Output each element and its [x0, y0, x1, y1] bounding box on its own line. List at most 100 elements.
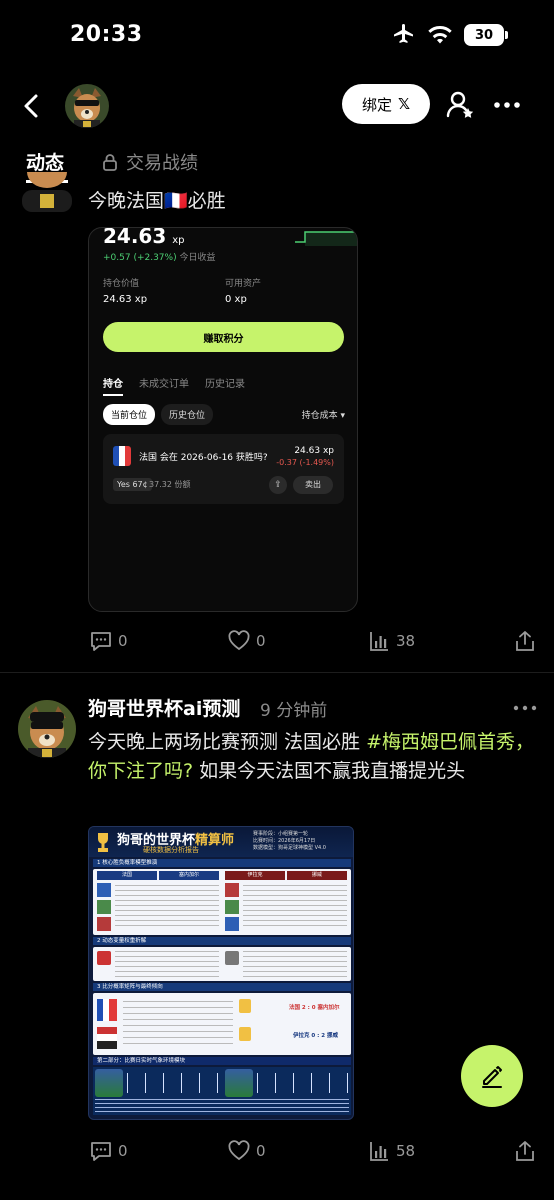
tab-activity[interactable]: 动态 [26, 148, 64, 175]
trophy-icon [239, 999, 251, 1013]
stadium-image [95, 1069, 123, 1097]
bar-chart-icon [370, 632, 388, 651]
sparkline-chart [295, 231, 357, 246]
team-senegal: 塞内加尔 [159, 871, 219, 880]
earn-points-button: 赚取积分 [103, 322, 344, 352]
weather-notes [95, 1099, 349, 1113]
post-timestamp: 9 分钟前 [260, 701, 328, 721]
post-avatar[interactable] [18, 700, 76, 758]
trophy-icon [239, 1027, 251, 1041]
sell-button: 卖出 [293, 476, 333, 494]
embed-tabs: 持仓 未成交订单 历史记录 [103, 375, 245, 396]
report-block-2 [93, 947, 351, 981]
add-user-icon [446, 91, 474, 118]
post-author-name[interactable]: 狗哥世界杯ai预测 [88, 694, 240, 721]
like-button[interactable]: 0 [228, 630, 266, 652]
variable-text-left [115, 951, 219, 977]
airplane-icon [394, 24, 413, 43]
post-actions: 0 0 58 [88, 1136, 538, 1166]
report-block-3: 法国 2 : 0 塞内加尔 伊拉克 0 : 2 挪威 [93, 993, 351, 1055]
post-more-button[interactable] [512, 698, 538, 718]
share-button[interactable] [514, 1140, 536, 1162]
ellipsis-icon [494, 102, 520, 108]
embed-tab-positions: 持仓 [103, 375, 123, 396]
share-icon [516, 1141, 534, 1161]
post-avatar[interactable] [18, 172, 76, 212]
probability-badges-left [97, 883, 111, 931]
team-norway: 挪威 [287, 871, 347, 880]
profile-header: 绑定 𝕏 [0, 80, 554, 132]
yes-price-badge: Yes 67¢ [113, 478, 152, 491]
analysis-text-right [243, 885, 347, 929]
weather-module [93, 1067, 351, 1115]
swords-icon [225, 951, 239, 965]
lock-icon [103, 154, 117, 171]
score-matrix [123, 1001, 233, 1049]
medical-icon [97, 951, 111, 965]
embed-pills: 当前仓位 历史仓位 [103, 404, 214, 425]
share-icon: ⇪ [269, 476, 287, 494]
available-label: 可用资产 [225, 279, 262, 289]
avatar[interactable] [65, 84, 109, 128]
views-button[interactable]: 38 [368, 630, 415, 652]
pencil-icon [482, 1066, 502, 1088]
team-iraq: 伊拉克 [225, 871, 285, 880]
holdings-value: 24.63 xp [103, 294, 148, 305]
wifi-icon [428, 26, 452, 44]
pill-current: 当前仓位 [103, 404, 156, 425]
report-header: 狗哥的世界杯精算师 硬核数据分析报告 赛事阶段：小组赛第一轮 比赛时间：2026… [89, 827, 353, 857]
compose-post-button[interactable] [461, 1045, 523, 1107]
like-count: 0 [256, 1142, 266, 1160]
dog-avatar-image [18, 700, 76, 758]
views-button[interactable]: 58 [368, 1140, 415, 1162]
bind-label: 绑定 [361, 95, 392, 114]
report-info: 赛事阶段：小组赛第一轮 比赛时间：2026年6月17日 数据模型：狗哥足球神模型… [253, 831, 326, 851]
dog-avatar-image [22, 172, 72, 212]
post-actions: 0 0 38 [88, 626, 538, 656]
daily-change: +0.57 (+2.37%) 今日收益 [103, 253, 216, 263]
comment-count: 0 [118, 632, 128, 650]
portfolio-value: 24.63 xp [103, 227, 185, 248]
stadium-image [225, 1069, 253, 1097]
holdings-label: 持仓价值 [103, 279, 140, 289]
heart-icon [228, 1140, 250, 1161]
france-flag-icon [113, 446, 131, 466]
x-logo-icon: 𝕏 [397, 95, 411, 113]
report-section-3: 3 比分概率矩阵与最终倾向 [93, 983, 351, 991]
battery-indicator: 30 [464, 24, 508, 46]
comment-icon [91, 1142, 111, 1161]
follow-button[interactable] [446, 90, 476, 120]
position-value: 24.63 xp [294, 446, 334, 456]
status-icons: 30 [392, 24, 508, 46]
sort-cost: 持仓成本 ▾ [301, 411, 345, 421]
bind-x-button[interactable]: 绑定 𝕏 [342, 84, 430, 124]
views-count: 38 [396, 632, 416, 650]
comment-button[interactable]: 0 [90, 630, 128, 652]
report-block-1: 法国 塞内加尔 伊拉克 挪威 [93, 869, 351, 935]
views-count: 58 [396, 1142, 416, 1160]
comment-button[interactable]: 0 [90, 1140, 128, 1162]
like-button[interactable]: 0 [228, 1140, 266, 1162]
more-options-button[interactable] [492, 90, 522, 120]
trophy-icon [98, 833, 108, 852]
report-section-2: 2 动态变量权重折解 [93, 937, 351, 945]
position-change: -0.37 (-1.49%) [276, 458, 334, 467]
analysis-text-left [115, 885, 219, 929]
prediction-2: 伊拉克 0 : 2 挪威 [293, 1033, 339, 1039]
post-text: 今晚法国🇫🇷必胜 [88, 190, 226, 212]
chevron-left-icon [24, 94, 38, 118]
post-image-report[interactable]: 狗哥的世界杯精算师 硬核数据分析报告 赛事阶段：小组赛第一轮 比赛时间：2026… [88, 826, 354, 1120]
status-bar: 20:33 30 [0, 0, 554, 74]
back-button[interactable] [18, 90, 46, 122]
tab-trading-record[interactable]: 交易战绩 [102, 149, 198, 175]
post-divider [0, 672, 554, 673]
post-text: 今天晚上两场比赛预测 法国必胜 #梅西姆巴佩首秀，你下注了吗? 如果今天法国不赢… [88, 731, 535, 782]
embedded-screenshot[interactable]: 24.63 xp +0.57 (+2.37%) 今日收益 持仓价值 可用资产 24… [88, 227, 358, 612]
bar-chart-icon [370, 1142, 388, 1161]
weather-stats-right [257, 1073, 349, 1093]
position-card: 法国 会在 2026-06-16 获胜吗? 24.63 xp -0.37 (-1… [103, 434, 344, 504]
comment-icon [91, 632, 111, 651]
share-button[interactable] [514, 630, 536, 652]
flags-match-1 [97, 999, 117, 1021]
embed-tab-history: 历史记录 [205, 379, 245, 390]
